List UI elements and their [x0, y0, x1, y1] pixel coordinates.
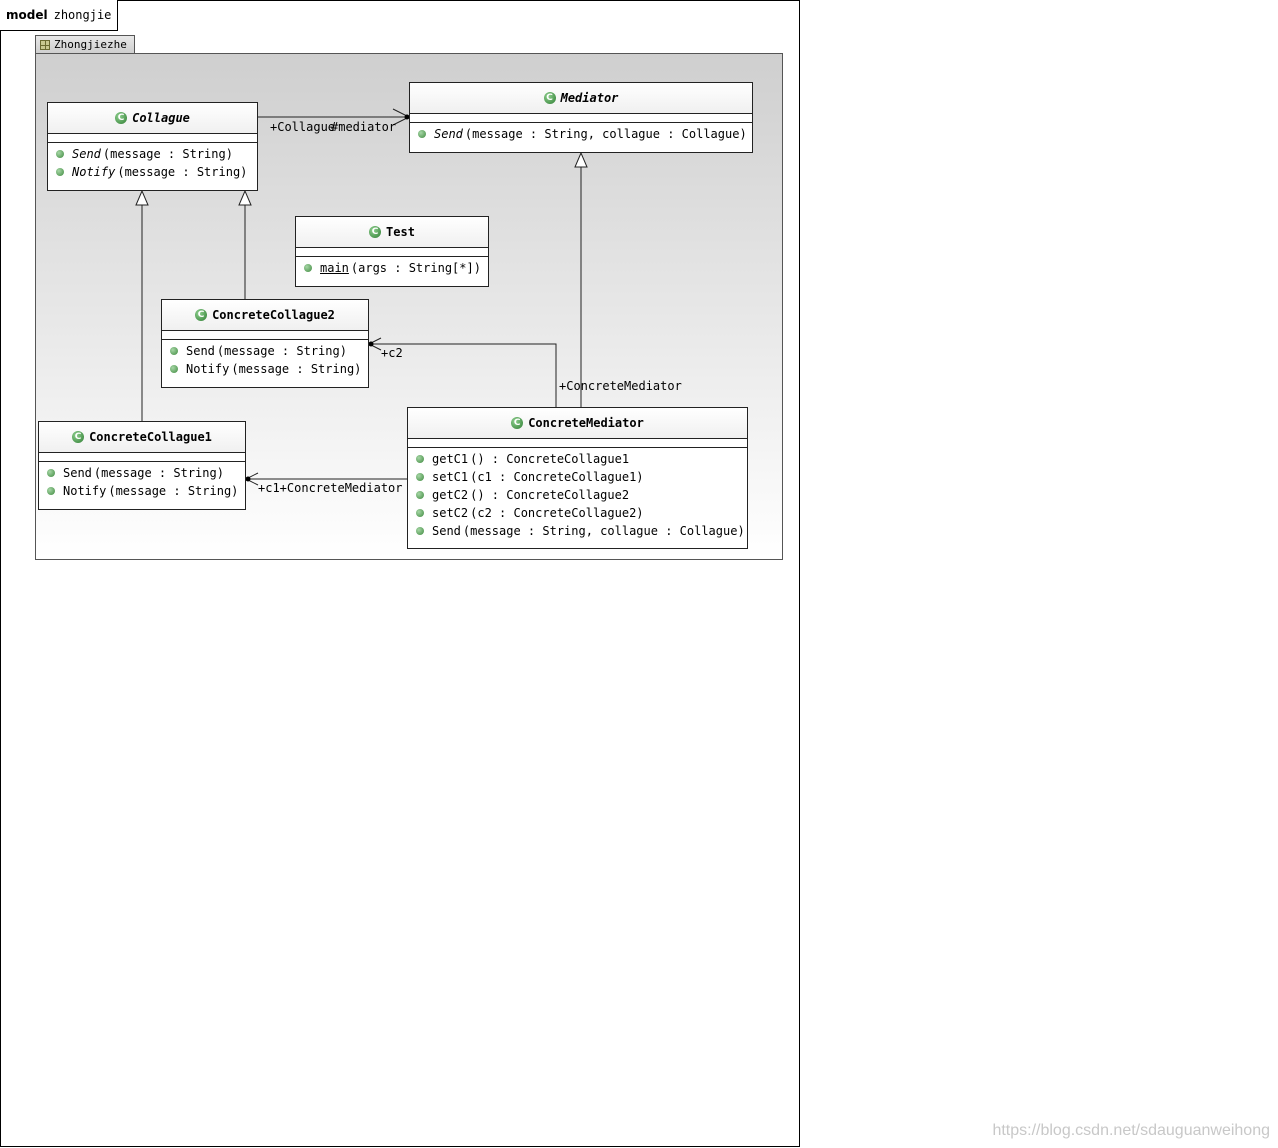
operation-signature: (message : String): [216, 344, 347, 358]
aggregation-dot-c1: [245, 476, 251, 482]
role-concrete-mediator-top: +ConcreteMediator: [559, 379, 682, 393]
operation-row[interactable]: Send (message : String): [162, 342, 368, 360]
public-visibility-icon: [170, 347, 178, 355]
operation-name: Send: [63, 466, 92, 480]
attributes-compartment: [48, 134, 257, 143]
class-header: C Test: [296, 217, 488, 248]
operations-compartment: Send (message : String) Notify (message : …: [39, 462, 245, 504]
operation-name: Notify: [186, 362, 230, 376]
class-icon: C: [543, 92, 556, 104]
operation-name: Notify: [63, 484, 107, 498]
public-visibility-icon: [47, 469, 55, 477]
attributes-compartment: [162, 331, 368, 340]
operation-signature: (message : String, collague : Collague): [462, 524, 745, 538]
class-mediator[interactable]: C Mediator Send (message : String, collag…: [409, 82, 753, 153]
generalization-head-mediator: [574, 151, 588, 168]
operation-signature: (message : String): [93, 466, 224, 480]
operation-row[interactable]: getC2() : ConcreteCollague2: [408, 486, 747, 504]
public-visibility-icon: [416, 455, 424, 463]
operation-signature: (message : String): [117, 165, 248, 179]
class-name: Test: [386, 225, 415, 239]
class-name: Mediator: [560, 91, 619, 105]
role-c2: +c2: [381, 346, 403, 360]
class-icon: C: [195, 309, 208, 321]
operations-compartment: Send (message : String, collague : Collag…: [410, 123, 752, 147]
class-collague[interactable]: C Collague Send (message : String) Notify…: [47, 102, 258, 191]
operation-row[interactable]: getC1() : ConcreteCollague1: [408, 450, 747, 468]
role-mediator-end: #mediator: [331, 120, 397, 134]
operation-row[interactable]: Send (message : String): [39, 464, 245, 482]
public-visibility-icon: [416, 527, 424, 535]
class-test[interactable]: C Test main (args : String[*]): [295, 216, 489, 287]
public-visibility-icon: [56, 168, 64, 176]
operation-row[interactable]: setC2 (c2 : ConcreteCollague2): [408, 504, 747, 522]
operations-compartment: Send (message : String) Notify (message : …: [48, 143, 257, 185]
class-icon: C: [369, 226, 382, 238]
class-name: Collague: [132, 111, 190, 125]
operation-row[interactable]: main (args : String[*]): [296, 259, 488, 277]
operation-signature: () : ConcreteCollague1: [470, 452, 630, 466]
operation-signature: (c2 : ConcreteCollague2): [470, 506, 644, 520]
operation-signature: (c1 : ConcreteCollague1): [470, 470, 644, 484]
class-header: C Collague: [48, 103, 257, 134]
operation-signature: (message : String): [108, 484, 239, 498]
public-visibility-icon: [416, 509, 424, 517]
watermark: https://blog.csdn.net/sdauguanweihong: [992, 1122, 1270, 1139]
class-icon: C: [511, 417, 524, 429]
operations-compartment: Send (message : String) Notify (message : …: [162, 340, 368, 382]
class-concrete-collague1[interactable]: C ConcreteCollague1 Send (message : Strin…: [38, 421, 246, 510]
public-visibility-icon: [304, 264, 312, 272]
operation-name: getC1: [432, 452, 469, 466]
class-header: C Mediator: [410, 83, 752, 114]
generalization-head-c2: [238, 189, 252, 206]
operation-signature: (message : String): [231, 362, 362, 376]
public-visibility-icon: [416, 491, 424, 499]
operation-signature: (message : String): [102, 147, 233, 161]
public-visibility-icon: [418, 130, 426, 138]
attributes-compartment: [410, 114, 752, 123]
class-icon: C: [115, 112, 128, 124]
class-header: C ConcreteCollague1: [39, 422, 245, 453]
operation-row[interactable]: setC1 (c1 : ConcreteCollague1): [408, 468, 747, 486]
operation-row[interactable]: Send (message : String): [48, 145, 257, 163]
attributes-compartment: [296, 248, 488, 257]
operation-row[interactable]: Send (message : String, collague : Collag…: [408, 522, 747, 540]
public-visibility-icon: [416, 473, 424, 481]
role-collague-end: +Collague: [270, 120, 336, 134]
public-visibility-icon: [170, 365, 178, 373]
public-visibility-icon: [56, 150, 64, 158]
operations-compartment: getC1() : ConcreteCollague1 setC1 (c1 : C…: [408, 448, 747, 544]
operation-row[interactable]: Send (message : String, collague : Collag…: [410, 125, 752, 143]
class-icon: C: [72, 431, 85, 443]
operation-row[interactable]: Notify (message : String): [48, 163, 257, 181]
class-name: ConcreteCollague1: [89, 430, 212, 444]
operation-name: setC1: [432, 470, 469, 484]
role-c1-pair: +c1+ConcreteMediator: [258, 481, 403, 495]
class-concrete-mediator[interactable]: C ConcreteMediator getC1() : ConcreteCol…: [407, 407, 748, 549]
operation-signature: (message : String, collague : Collague): [464, 127, 747, 141]
operation-name: Send: [434, 127, 463, 141]
operation-signature: (args : String[*]): [350, 261, 481, 275]
operations-compartment: main (args : String[*]): [296, 257, 488, 281]
public-visibility-icon: [47, 487, 55, 495]
attributes-compartment: [408, 439, 747, 448]
operation-name: Send: [186, 344, 215, 358]
operation-name: Notify: [72, 165, 116, 179]
class-name: ConcreteCollague2: [212, 308, 335, 322]
generalization-head-c1: [135, 189, 149, 206]
class-header: C ConcreteCollague2: [162, 300, 368, 331]
operation-row[interactable]: Notify (message : String): [39, 482, 245, 500]
operation-name: getC2: [432, 488, 469, 502]
attributes-compartment: [39, 453, 245, 462]
operation-name: Send: [72, 147, 101, 161]
operation-name: setC2: [432, 506, 469, 520]
operation-name: main: [320, 261, 349, 275]
operation-row[interactable]: Notify (message : String): [162, 360, 368, 378]
class-header: C ConcreteMediator: [408, 408, 747, 439]
aggregation-dot-c2: [368, 341, 374, 347]
class-name: ConcreteMediator: [528, 416, 644, 430]
class-concrete-collague2[interactable]: C ConcreteCollague2 Send (message : Strin…: [161, 299, 369, 388]
operation-name: Send: [432, 524, 461, 538]
operation-signature: () : ConcreteCollague2: [470, 488, 630, 502]
